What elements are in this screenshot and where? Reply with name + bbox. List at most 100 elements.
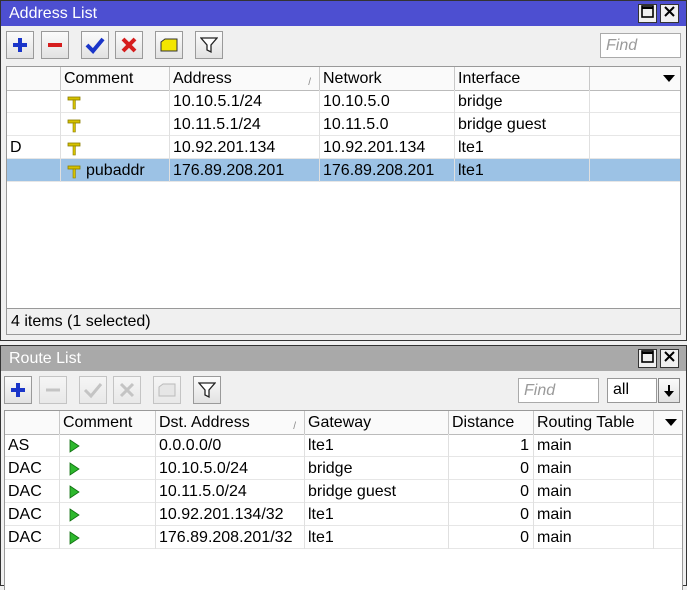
address-column-label: Address bbox=[173, 70, 232, 87]
filler-cell bbox=[590, 136, 680, 159]
close-icon[interactable] bbox=[660, 4, 679, 23]
filter-icon bbox=[198, 382, 216, 399]
comment-text: pubaddr bbox=[86, 162, 145, 179]
flag-column-header[interactable] bbox=[7, 67, 61, 90]
table-row[interactable]: pubaddr 176.89.208.201 176.89.208.201 lte1 bbox=[7, 159, 680, 182]
maximize-icon[interactable] bbox=[638, 349, 657, 368]
comment-icon bbox=[160, 38, 178, 52]
table-row[interactable]: D 10.92.201.134 10.92.201.134 lte1 bbox=[7, 136, 680, 159]
enable-icon bbox=[85, 37, 105, 54]
add-button[interactable] bbox=[4, 376, 32, 404]
distance-cell: 0 bbox=[449, 480, 534, 503]
interface-column-header[interactable]: Interface bbox=[455, 67, 590, 90]
disable-button[interactable] bbox=[115, 31, 143, 59]
table-cell: main bbox=[534, 434, 654, 457]
address-column-header[interactable]: Address / bbox=[170, 67, 320, 90]
table-cell: main bbox=[534, 503, 654, 526]
comment-cell: pubaddr bbox=[61, 159, 170, 182]
routing-table-column-header[interactable]: Routing Table bbox=[534, 411, 654, 434]
route-toolbar: all bbox=[1, 372, 686, 408]
disable-icon bbox=[121, 37, 137, 53]
comment-cell bbox=[61, 136, 170, 159]
distance-cell: 0 bbox=[449, 526, 534, 549]
network-cell: 10.92.201.134 bbox=[320, 136, 455, 159]
table-row[interactable]: DAC 10.10.5.0/24 bridge 0 main bbox=[5, 457, 682, 480]
flag-cell: DAC bbox=[5, 457, 60, 480]
address-toolbar bbox=[1, 27, 686, 63]
table-row[interactable]: DAC 10.92.201.134/32 lte1 0 main bbox=[5, 503, 682, 526]
route-find-input[interactable] bbox=[518, 378, 599, 403]
remove-button[interactable] bbox=[39, 376, 67, 404]
sort-icon: / bbox=[308, 77, 311, 88]
table-row[interactable]: AS 0.0.0.0/0 lte1 1 main bbox=[5, 434, 682, 457]
enable-button[interactable] bbox=[79, 376, 107, 404]
enable-icon bbox=[83, 383, 103, 399]
filter-icon bbox=[200, 37, 218, 54]
interface-cell: lte1 bbox=[455, 159, 590, 182]
gateway-cell: lte1 bbox=[305, 434, 449, 457]
pin-icon bbox=[67, 96, 81, 110]
route-arrow-icon bbox=[69, 531, 80, 545]
dst-cell: 10.10.5.0/24 bbox=[156, 457, 305, 480]
route-table-header: Comment Dst. Address / Gateway Distance … bbox=[5, 411, 682, 435]
comment-button[interactable] bbox=[153, 376, 181, 404]
disable-button[interactable] bbox=[113, 376, 141, 404]
table-cell: main bbox=[534, 526, 654, 549]
address-status-bar: 4 items (1 selected) bbox=[6, 309, 681, 335]
column-menu-button[interactable] bbox=[590, 67, 680, 90]
comment-column-header[interactable]: Comment bbox=[61, 67, 170, 90]
filler-cell bbox=[654, 526, 682, 549]
remove-icon bbox=[48, 43, 62, 47]
filler-cell bbox=[590, 159, 680, 182]
address-find-input[interactable] bbox=[600, 33, 681, 58]
maximize-icon[interactable] bbox=[638, 4, 657, 23]
dst-cell: 176.89.208.201/32 bbox=[156, 526, 305, 549]
filter-button[interactable] bbox=[195, 31, 223, 59]
close-icon[interactable] bbox=[660, 349, 679, 368]
address-list-window: Address List Comment Add bbox=[0, 0, 687, 341]
dst-cell: 10.11.5.0/24 bbox=[156, 480, 305, 503]
network-column-header[interactable]: Network bbox=[320, 67, 455, 90]
table-cell: main bbox=[534, 457, 654, 480]
table-cell: main bbox=[534, 480, 654, 503]
enable-button[interactable] bbox=[81, 31, 109, 59]
table-row[interactable]: DAC 176.89.208.201/32 lte1 0 main bbox=[5, 526, 682, 549]
remove-icon bbox=[46, 388, 60, 392]
table-row[interactable]: 10.10.5.1/24 10.10.5.0 bridge bbox=[7, 90, 680, 113]
column-menu-button[interactable] bbox=[654, 411, 682, 434]
gateway-column-header[interactable]: Gateway bbox=[305, 411, 449, 434]
dst-address-column-header[interactable]: Dst. Address / bbox=[156, 411, 305, 434]
remove-button[interactable] bbox=[41, 31, 69, 59]
filler-cell bbox=[590, 113, 680, 136]
add-button[interactable] bbox=[6, 31, 34, 59]
flag-cell: AS bbox=[5, 434, 60, 457]
filter-button[interactable] bbox=[193, 376, 221, 404]
distance-cell: 0 bbox=[449, 503, 534, 526]
comment-cell bbox=[60, 434, 156, 457]
comment-button[interactable] bbox=[155, 31, 183, 59]
network-cell: 176.89.208.201 bbox=[320, 159, 455, 182]
disable-icon bbox=[119, 382, 135, 398]
route-filter-dropdown-button[interactable] bbox=[658, 378, 680, 403]
flag-cell: DAC bbox=[5, 526, 60, 549]
route-filter-select[interactable]: all bbox=[607, 378, 657, 403]
route-arrow-icon bbox=[69, 485, 80, 499]
address-list-title: Address List bbox=[9, 5, 98, 22]
table-row[interactable]: DAC 10.11.5.0/24 bridge guest 0 main bbox=[5, 480, 682, 503]
dropdown-arrow-icon bbox=[665, 419, 677, 426]
filler-cell bbox=[654, 503, 682, 526]
table-row[interactable]: 10.11.5.1/24 10.11.5.0 bridge guest bbox=[7, 113, 680, 136]
address-status-text: 4 items (1 selected) bbox=[11, 313, 151, 330]
filler-cell bbox=[654, 457, 682, 480]
comment-column-header[interactable]: Comment bbox=[60, 411, 156, 434]
dropdown-arrow-icon bbox=[664, 384, 674, 397]
route-list-titlebar[interactable]: Route List bbox=[1, 346, 686, 371]
distance-column-header[interactable]: Distance bbox=[449, 411, 534, 434]
address-cell: 10.11.5.1/24 bbox=[170, 113, 320, 136]
address-list-titlebar[interactable]: Address List bbox=[1, 1, 686, 26]
route-arrow-icon bbox=[69, 439, 80, 453]
flag-cell: DAC bbox=[5, 480, 60, 503]
gateway-cell: lte1 bbox=[305, 526, 449, 549]
network-cell: 10.11.5.0 bbox=[320, 113, 455, 136]
flag-column-header[interactable] bbox=[5, 411, 60, 434]
